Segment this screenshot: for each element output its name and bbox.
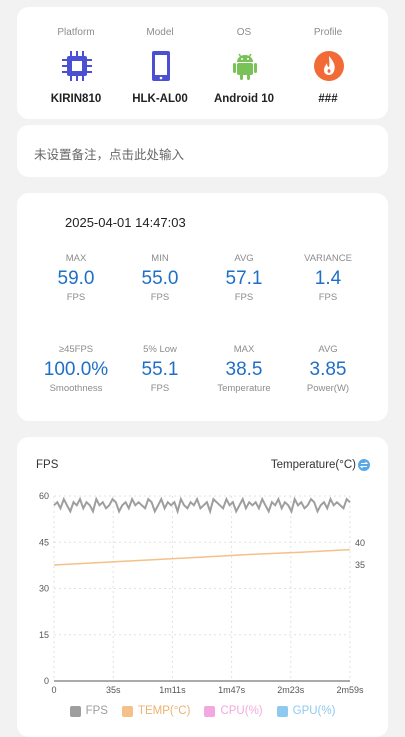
note-placeholder[interactable]: 未设置备注，点击此处输入 (34, 144, 184, 163)
y-tick-label: 0 (44, 676, 49, 686)
stat-value: 1.4 (314, 268, 342, 289)
os-column: OS Android 10 (198, 7, 290, 119)
right-axis-tick-label: 40 (355, 538, 365, 548)
stat-value: 57.1 (225, 268, 263, 289)
x-tick-label: 0 (51, 685, 56, 695)
stat-value: 3.85 (309, 359, 347, 380)
stat-unit: Smoothness (49, 383, 103, 394)
stat-avg-power: AVG 3.85 Power(W) (282, 344, 374, 394)
legend-swatch-gpu (276, 705, 288, 717)
os-value: Android 10 (213, 93, 275, 105)
model-value: HLK-AL00 (132, 93, 188, 105)
stat-max-temperature: MAX 38.5 Temperature (198, 344, 290, 394)
legend-label-cpu: CPU(%) (220, 705, 263, 717)
platform-value: KIRIN810 (50, 93, 102, 105)
stat-variance: VARIANCE 1.4 FPS (282, 253, 374, 303)
device-info-card: Platform KIRIN810 Model HLK-AL00 OS Andr… (17, 7, 388, 119)
stat-unit: Power(W) (306, 383, 350, 394)
stat-5pct-low: 5% Low 55.1 FPS (114, 344, 206, 394)
stat-label: MAX (65, 253, 87, 264)
stat-unit: Temperature (217, 383, 271, 394)
legend-item-cpu[interactable]: CPU(%) (204, 705, 263, 717)
legend-label-temp: TEMP(°C) (137, 705, 191, 717)
x-tick-label: 1m47s (218, 685, 246, 695)
stat-value: 38.5 (225, 359, 263, 380)
profile-label: Profile (313, 27, 343, 38)
x-tick-label: 2m59s (336, 685, 364, 695)
stat-label: 5% Low (143, 344, 177, 355)
stat-max-fps: MAX 59.0 FPS (30, 253, 122, 303)
legend-item-gpu[interactable]: GPU(%) (276, 705, 336, 717)
legend-item-fps[interactable]: FPS (69, 705, 108, 717)
legend-label-gpu: GPU(%) (292, 705, 336, 717)
legend-item-temp[interactable]: TEMP(°C) (121, 705, 191, 717)
stat-value: 55.1 (141, 359, 179, 380)
legend-swatch-temp (121, 705, 133, 717)
stat-value: 100.0% (43, 359, 109, 380)
stat-unit: FPS (234, 292, 254, 303)
chart-card: FPS Temperature(°C) 60 45 30 15 0 0 35s 1m11s 1m… (17, 437, 388, 737)
model-label: Model (146, 27, 174, 38)
legend-swatch-fps (69, 705, 81, 717)
stat-value: 59.0 (57, 268, 95, 289)
chip-icon (62, 51, 92, 81)
stat-label: AVG (234, 253, 254, 264)
x-tick-label: 2m23s (277, 685, 305, 695)
legend-label-fps: FPS (85, 705, 108, 717)
note-input-card[interactable]: 未设置备注，点击此处输入 (17, 125, 388, 177)
y-tick-label: 45 (39, 537, 49, 547)
x-tick-label: 1m11s (159, 685, 186, 695)
y-tick-label: 15 (39, 630, 49, 640)
os-label: OS (236, 27, 252, 38)
stat-label: AVG (318, 344, 338, 355)
stat-label: VARIANCE (304, 253, 352, 264)
android-icon (233, 53, 257, 80)
stat-label: MAX (233, 344, 255, 355)
platform-column: Platform KIRIN810 (30, 7, 122, 119)
stat-unit: FPS (150, 292, 170, 303)
stat-unit: FPS (150, 383, 170, 394)
platform-label: Platform (57, 27, 95, 38)
legend-swatch-cpu (204, 705, 216, 717)
temperature-series-line (53, 548, 351, 566)
fps-temperature-chart: 60 45 30 15 00 35s 1m11s 1m47s 2m23s 2m59s 40 35 (39, 491, 365, 695)
stat-smoothness: ≥45FPS 100.0% Smoothness (30, 344, 122, 394)
right-axis-tick-label: 35 (355, 560, 365, 570)
x-tick-label: 35s (106, 685, 121, 695)
stat-label: ≥45FPS (58, 344, 94, 355)
profile-flame-icon (314, 51, 344, 81)
stat-unit: FPS (66, 292, 86, 303)
stat-avg-fps: AVG 57.1 FPS (198, 253, 290, 303)
phone-icon (152, 51, 170, 81)
stat-value: 55.0 (141, 268, 179, 289)
stat-label: MIN (151, 253, 169, 264)
model-column: Model HLK-AL00 (114, 7, 206, 119)
profile-value: ### (318, 93, 338, 105)
chart-legend: FPS TEMP(°C) CPU(%) GPU(%) (17, 705, 388, 717)
stats-card: 2025-04-01 14:47:03 MAX 59.0 FPS MIN 55.… (17, 193, 388, 421)
stat-min-fps: MIN 55.0 FPS (114, 253, 206, 303)
y-tick-label: 30 (39, 584, 49, 594)
stat-unit: FPS (318, 292, 338, 303)
profile-column: Profile ### (282, 7, 374, 119)
fps-series-line (53, 496, 351, 515)
y-tick-label: 60 (39, 491, 49, 501)
record-timestamp: 2025-04-01 14:47:03 (65, 215, 186, 230)
